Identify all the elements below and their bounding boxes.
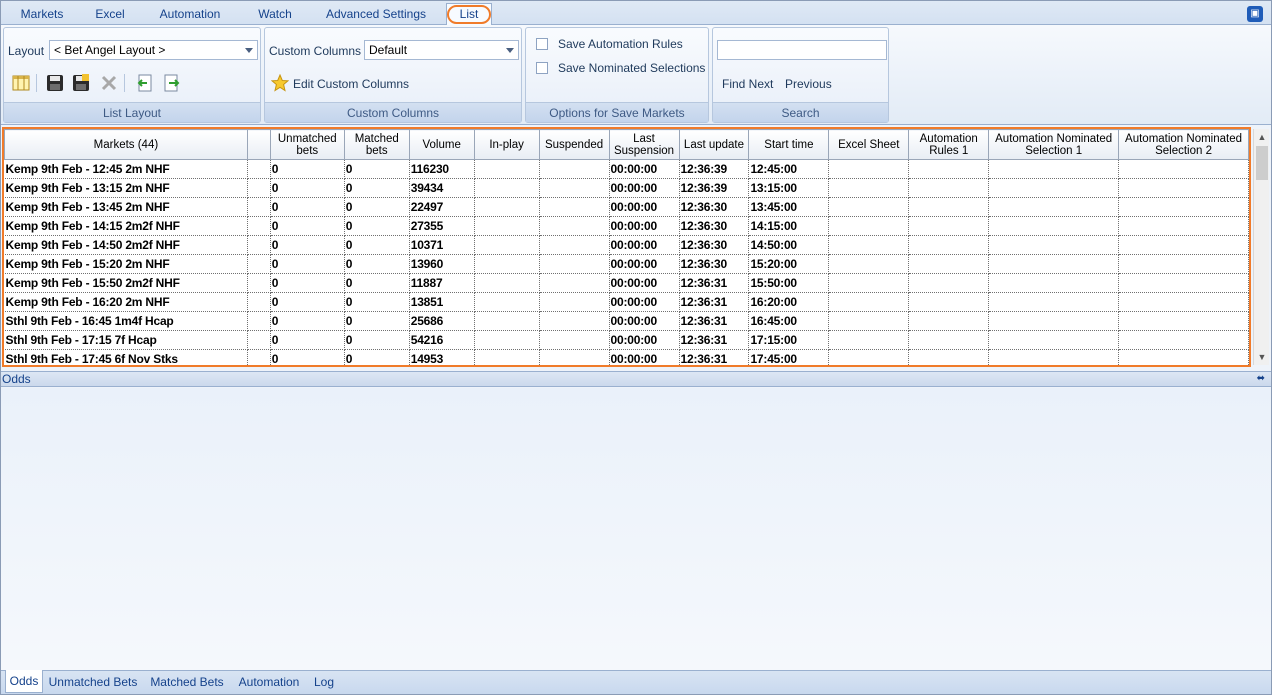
tab-unmatched-bets[interactable]: Unmatched Bets [47,673,139,693]
export-icon[interactable] [162,74,180,92]
tab-log[interactable]: Log [309,673,339,693]
layout-label: Layout [8,44,45,58]
odds-pane-title: Odds [2,372,31,386]
save-as-icon[interactable] [72,74,90,92]
edit-custom-columns-button[interactable]: Edit Custom Columns [293,77,409,91]
custom-columns-select-value: Default [369,43,408,57]
layout-select-value: < Bet Angel Layout > [54,43,166,57]
scroll-up-icon[interactable]: ▲ [1254,129,1270,145]
chevron-down-icon [506,48,514,53]
tab-odds[interactable]: Odds [5,670,43,693]
group-title-save-markets: Options for Save Markets [526,102,708,122]
custom-columns-label: Custom Columns [269,44,362,58]
divider [124,74,125,92]
columns-icon[interactable] [12,74,30,92]
previous-button[interactable]: Previous [785,77,832,91]
ribbon-minimize-icon[interactable]: ▣ [1247,6,1263,22]
tab-list[interactable]: List [446,3,492,26]
tab-markets[interactable]: Markets [13,4,71,25]
save-automation-rules-checkbox[interactable] [536,38,548,50]
search-input[interactable] [717,40,887,60]
tab-matched-bets[interactable]: Matched Bets [147,673,227,693]
tab-automation[interactable]: Automation [149,4,231,25]
grid-highlight [2,127,1251,367]
group-custom-columns: Custom Columns Default Edit Custom Colum… [264,27,522,123]
save-nominated-selections-checkbox[interactable] [536,62,548,74]
odds-pane-header: Odds ⬌ [1,371,1271,387]
import-icon[interactable] [136,74,154,92]
pin-icon[interactable]: ⬌ [1257,372,1265,386]
group-list-layout: Layout < Bet Angel Layout > List Layout [3,27,261,123]
save-icon[interactable] [46,74,64,92]
grid-scrollbar[interactable]: ▲ ▼ [1253,129,1269,365]
tab-automation-bottom[interactable]: Automation [234,673,304,693]
save-automation-rules-label: Save Automation Rules [558,37,683,51]
star-icon [271,74,289,92]
group-search: Find Next Previous Search [712,27,889,123]
divider [36,74,37,92]
scroll-down-icon[interactable]: ▼ [1254,349,1270,365]
group-title-list-layout: List Layout [4,102,260,122]
ribbon-panel: Layout < Bet Angel Layout > List Layout … [1,25,1271,125]
group-title-custom-columns: Custom Columns [265,102,521,122]
find-next-button[interactable]: Find Next [722,77,773,91]
ribbon-tabbar: Markets Excel Automation Watch Advanced … [1,1,1271,26]
tab-advanced-settings[interactable]: Advanced Settings [319,4,433,25]
tab-watch[interactable]: Watch [247,4,303,25]
chevron-down-icon [245,48,253,53]
delete-icon[interactable] [100,74,118,92]
group-title-search: Search [713,102,888,122]
scroll-thumb[interactable] [1256,146,1268,180]
save-nominated-selections-label: Save Nominated Selections [558,61,706,75]
tab-excel[interactable]: Excel [85,4,135,25]
custom-columns-select[interactable]: Default [364,40,519,60]
odds-pane [1,388,1271,670]
bottom-tabbar: Odds Unmatched Bets Matched Bets Automat… [1,670,1271,694]
layout-select[interactable]: < Bet Angel Layout > [49,40,258,60]
group-save-markets: Save Automation Rules Save Nominated Sel… [525,27,709,123]
